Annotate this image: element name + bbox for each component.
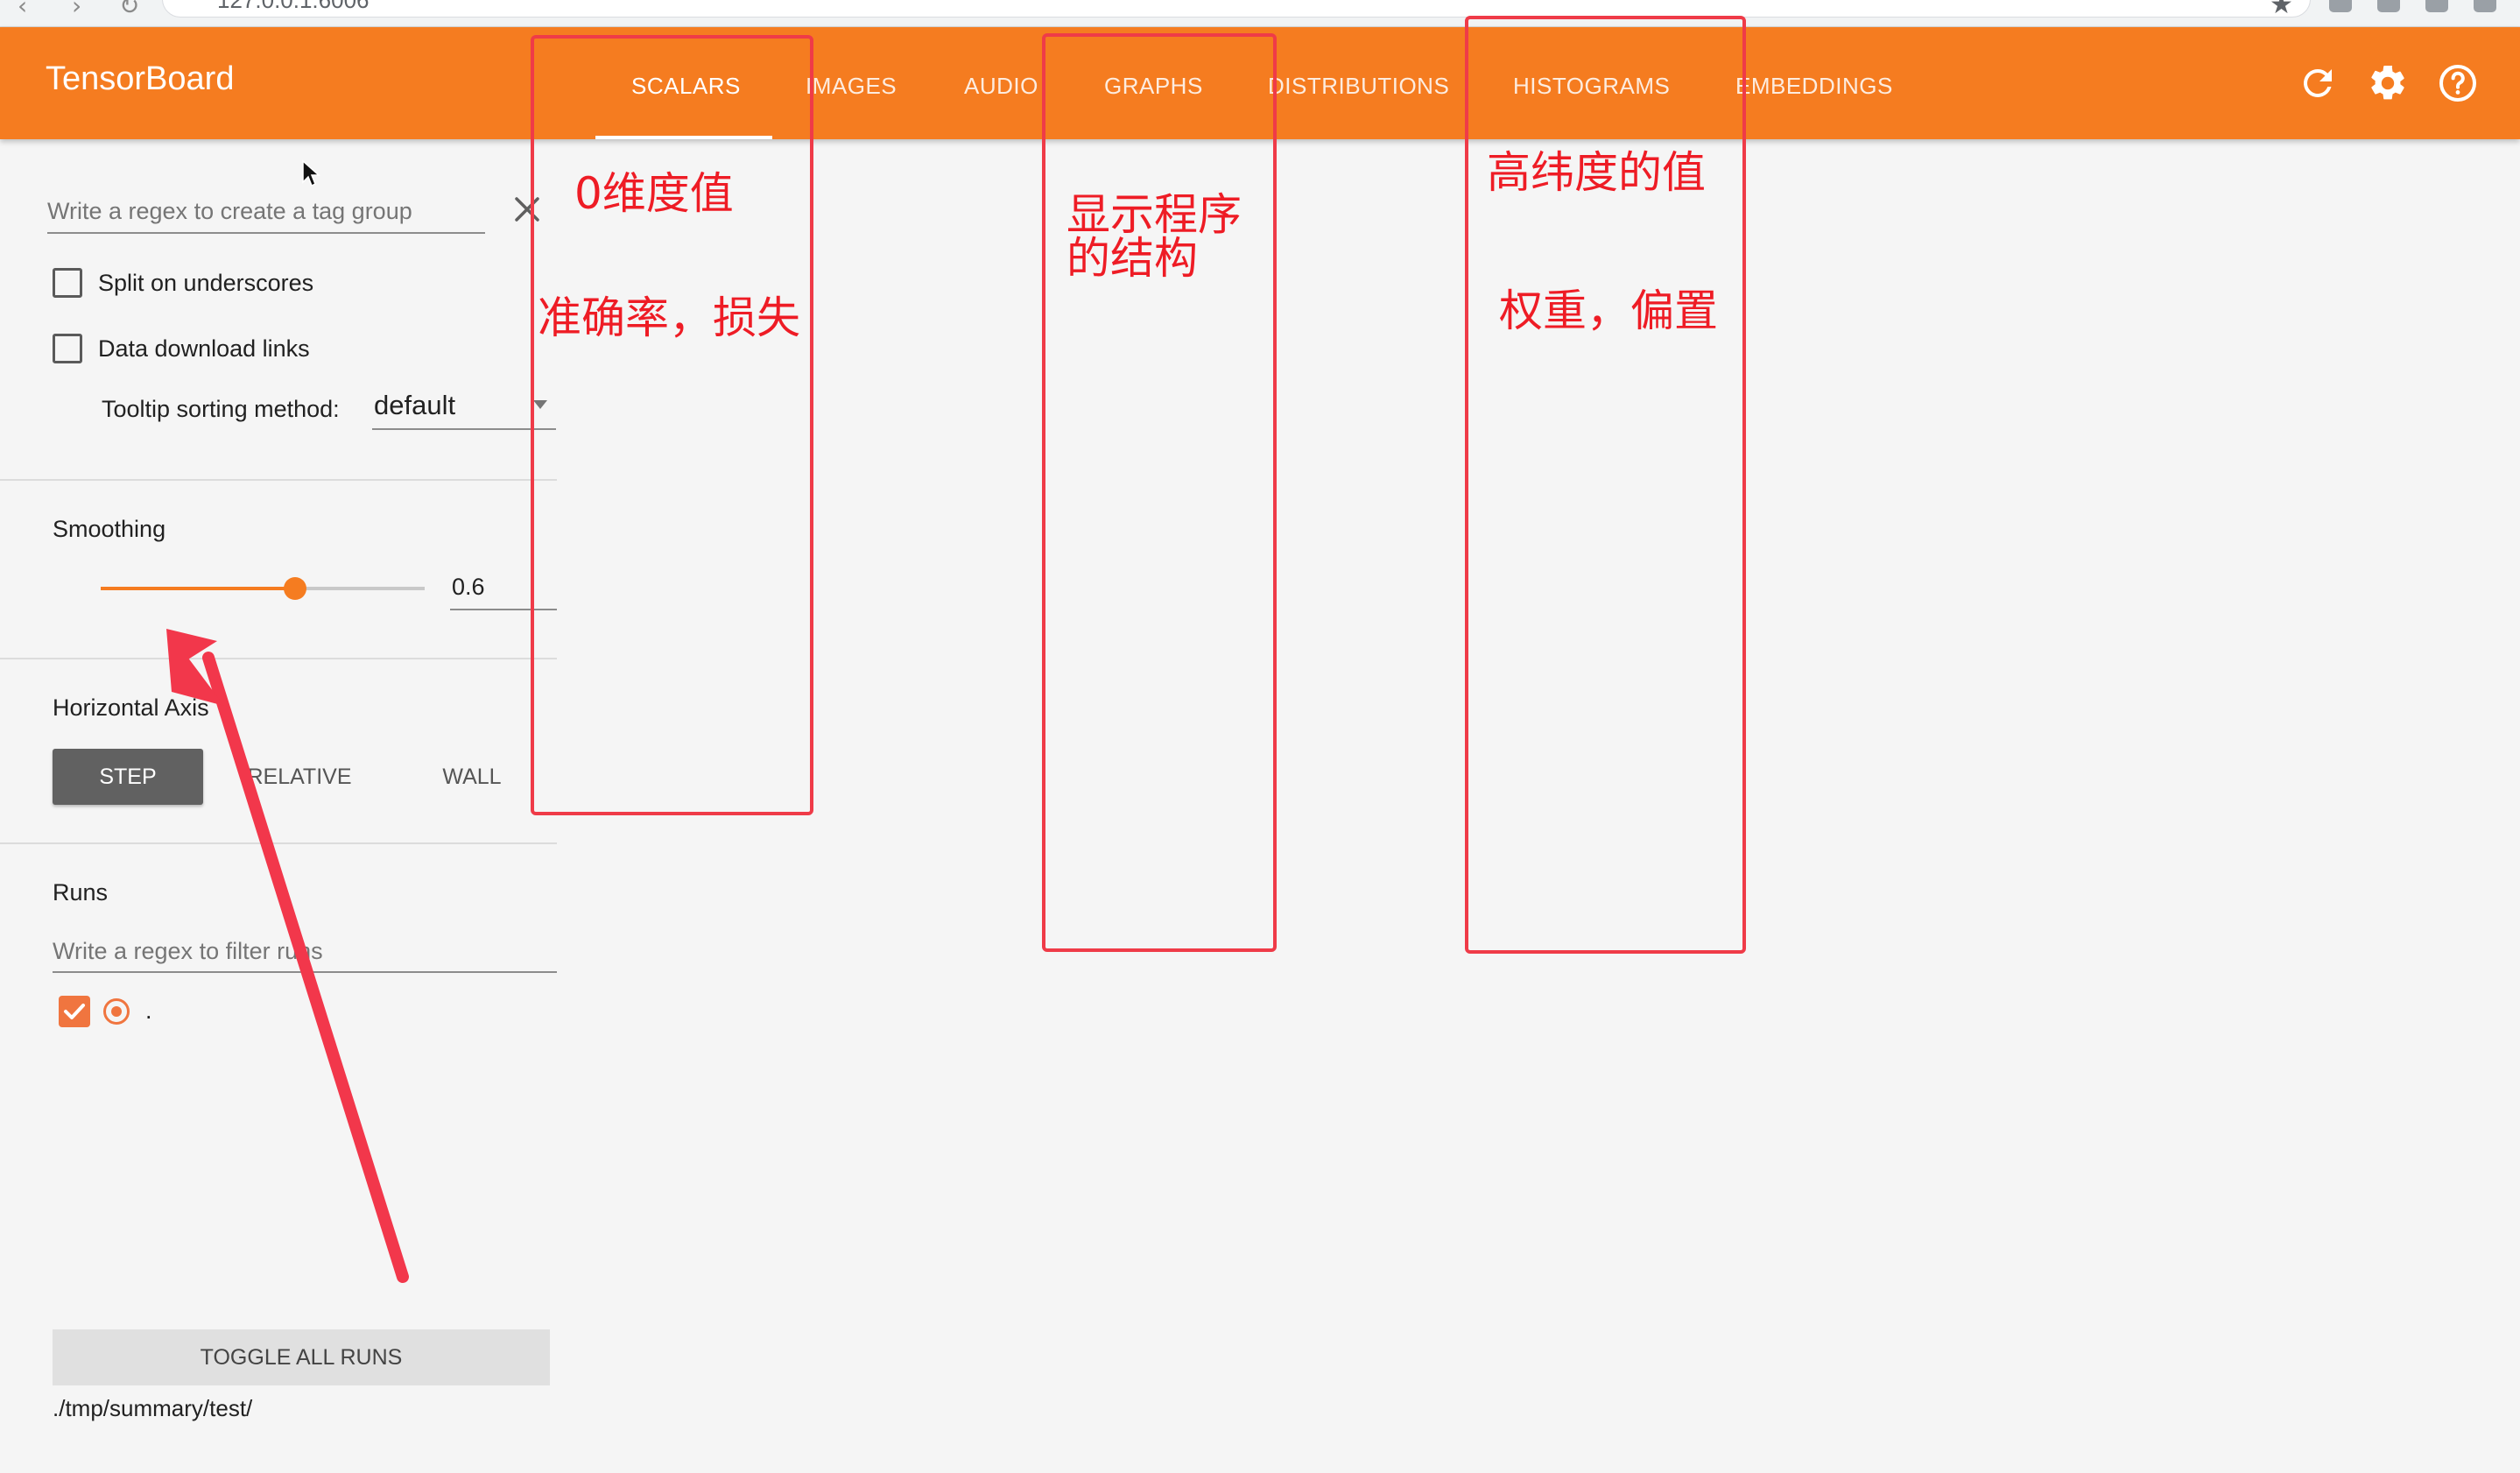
annotation-box-scalars (531, 35, 813, 815)
forward-icon[interactable]: › (72, 0, 81, 20)
annotation-scalars-metrics: 准确率，损失 (538, 292, 800, 343)
reload-browser-icon[interactable]: ↻ (119, 0, 139, 20)
address-bar[interactable]: 127.0.0.1:6006 (162, 0, 2311, 18)
extension-icon[interactable] (2425, 0, 2448, 12)
toggle-all-runs-button[interactable]: TOGGLE ALL RUNS (53, 1329, 550, 1385)
extension-icon[interactable] (2377, 0, 2400, 12)
mouse-cursor-icon (302, 159, 320, 187)
sidebar: Split on underscores Data download links… (0, 139, 557, 1473)
app-title: TensorBoard (46, 60, 235, 97)
runs-title: Runs (53, 879, 109, 906)
smoothing-slider-thumb[interactable] (284, 577, 306, 600)
tab-embeddings[interactable]: EMBEDDINGS (1735, 73, 1893, 100)
run-checkbox[interactable] (59, 996, 90, 1027)
back-icon[interactable]: ‹ (18, 0, 27, 20)
address-bar-url: 127.0.0.1:6006 (217, 0, 370, 13)
data-download-links-label: Data download links (98, 335, 310, 362)
extension-icon[interactable] (2474, 0, 2496, 12)
smoothing-slider-fill (101, 587, 295, 590)
radio-dot (111, 1006, 122, 1017)
tooltip-sorting-value: default (374, 390, 456, 420)
bookmark-star-icon[interactable]: ★ (2270, 0, 2293, 20)
checkbox-box[interactable] (53, 334, 82, 363)
extension-icon[interactable] (2329, 0, 2352, 12)
help-icon[interactable] (2437, 62, 2479, 104)
browser-chrome: ‹ › ↻ 127.0.0.1:6006 ★ (0, 0, 2520, 27)
axis-relative-button[interactable]: RELATIVE (229, 749, 370, 805)
annotation-graphs-line1: 显示程序 (1066, 189, 1242, 240)
section-divider (0, 479, 557, 481)
checkbox-box[interactable] (53, 268, 82, 298)
axis-step-button[interactable]: STEP (53, 749, 203, 805)
horizontal-axis-title: Horizontal Axis (53, 694, 209, 721)
split-underscores-checkbox[interactable]: Split on underscores (53, 265, 313, 300)
smoothing-value: 0.6 (452, 574, 485, 600)
split-underscores-label: Split on underscores (98, 269, 314, 296)
annotation-histograms-weights: 权重，偏置 (1499, 285, 1718, 336)
tab-images[interactable]: IMAGES (806, 73, 897, 100)
runs-filter-placeholder: Write a regex to filter runs (53, 938, 323, 964)
tab-audio[interactable]: AUDIO (964, 73, 1038, 100)
tab-distributions[interactable]: DISTRIBUTIONS (1268, 73, 1449, 100)
annotation-scalars-dimension: 0维度值 (574, 168, 734, 219)
annotation-box-graphs (1042, 33, 1277, 952)
axis-wall-button[interactable]: WALL (415, 749, 529, 805)
settings-gear-icon[interactable] (2367, 62, 2409, 104)
section-divider (0, 658, 557, 659)
tooltip-sorting-select[interactable]: default (372, 384, 556, 430)
tooltip-sorting-label: Tooltip sorting method: (102, 396, 340, 422)
runs-filter-input[interactable]: Write a regex to filter runs (53, 929, 557, 973)
logdir-path: ./tmp/summary/test/ (53, 1395, 253, 1421)
annotation-graphs-line2: 的结构 (1066, 233, 1198, 284)
annotation-histograms-dimension: 高纬度的值 (1487, 147, 1706, 198)
data-download-links-checkbox[interactable]: Data download links (53, 331, 310, 366)
run-radio-button[interactable] (103, 998, 130, 1025)
smoothing-slider[interactable] (101, 577, 425, 600)
screen: ‹ › ↻ 127.0.0.1:6006 ★ TensorBoard SCALA… (0, 0, 2520, 1473)
section-divider (0, 842, 557, 844)
refresh-icon[interactable] (2297, 62, 2339, 104)
tag-group-regex-input[interactable] (47, 190, 485, 234)
run-label: . (145, 997, 152, 1024)
checkmark-icon (64, 1004, 85, 1019)
smoothing-title: Smoothing (53, 516, 166, 542)
